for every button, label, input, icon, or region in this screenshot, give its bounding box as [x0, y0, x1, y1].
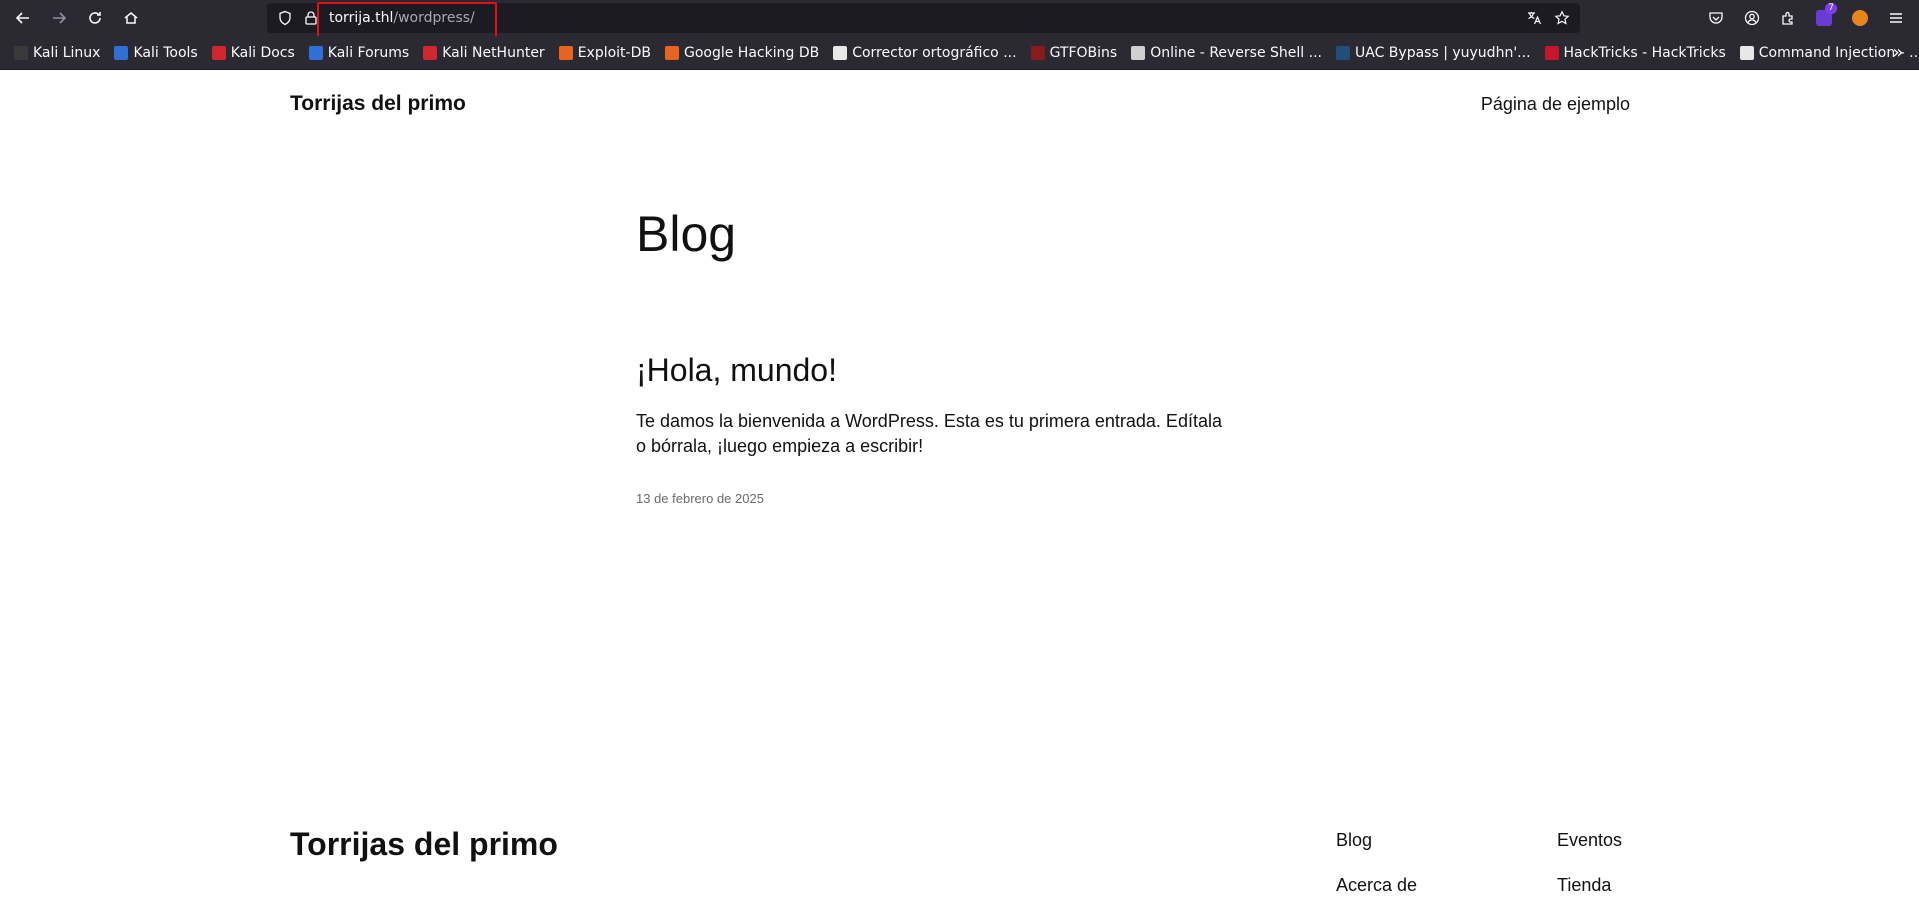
footer-link-tienda[interactable]: Tienda [1557, 875, 1611, 896]
bookmark-item[interactable]: GTFOBins [1027, 40, 1122, 66]
forward-icon[interactable] [47, 6, 71, 30]
bookmark-label: Kali Tools [133, 44, 198, 61]
site-title[interactable]: Torrijas del primo [290, 92, 466, 116]
bookmark-item[interactable]: Kali Docs [208, 40, 299, 66]
bookmark-favicon-icon [14, 45, 28, 60]
nav-item-sample-page[interactable]: Página de ejemplo [1481, 94, 1630, 115]
footer-link-acerca-de[interactable]: Acerca de [1336, 875, 1417, 896]
bookmark-item[interactable]: Google Hacking DB [661, 40, 823, 66]
bookmark-label: Kali Linux [33, 44, 101, 61]
foxyproxy-icon[interactable] [1850, 8, 1870, 28]
bookmark-label: HackTricks - HackTricks [1563, 44, 1726, 61]
back-icon[interactable] [11, 6, 35, 30]
bookmark-label: Kali NetHunter [442, 44, 545, 61]
bookmark-star-icon[interactable] [1554, 10, 1570, 26]
url-host: torrija.thl [329, 10, 394, 26]
post-date[interactable]: 13 de febrero de 2025 [636, 491, 764, 506]
bookmark-favicon-icon [1336, 45, 1350, 60]
bookmark-favicon-icon [114, 45, 129, 60]
bookmarks-overflow-icon[interactable]: » [1889, 44, 1907, 62]
shield-icon[interactable] [277, 10, 293, 26]
url-text[interactable]: torrija.thl/wordpress/ [329, 10, 475, 26]
footer-site-title[interactable]: Torrijas del primo [290, 826, 558, 863]
post-title[interactable]: ¡Hola, mundo! [636, 352, 837, 389]
post-excerpt: Te damos la bienvenida a WordPress. Esta… [636, 411, 1222, 456]
bookmark-item[interactable]: Kali NetHunter [419, 40, 548, 66]
translate-icon[interactable] [1526, 10, 1542, 26]
menu-icon[interactable] [1886, 8, 1906, 28]
bookmark-favicon-icon [1544, 45, 1559, 60]
bookmark-favicon-icon [423, 45, 438, 60]
pocket-icon[interactable] [1706, 8, 1726, 28]
bookmark-label: Corrector ortográfico ... [852, 44, 1017, 61]
bookmark-item[interactable]: Exploit-DB [555, 40, 655, 66]
bookmark-label: Exploit-DB [577, 44, 651, 61]
bookmark-item[interactable]: Kali Forums [305, 40, 413, 66]
address-bar[interactable]: torrija.thl/wordpress/ [267, 3, 1580, 33]
bookmark-item[interactable]: Online - Reverse Shell ... [1127, 40, 1326, 66]
bookmark-label: GTFOBins [1049, 44, 1118, 61]
account-icon[interactable] [1742, 8, 1762, 28]
bookmark-item[interactable]: Corrector ortográfico ... [829, 40, 1020, 66]
url-path: /wordpress/ [393, 10, 475, 26]
bookmark-favicon-icon [1030, 45, 1045, 60]
bookmark-item[interactable]: Kali Tools [110, 40, 201, 66]
bookmark-label: UAC Bypass | yuyudhn'... [1355, 44, 1531, 61]
bookmark-favicon-icon [833, 45, 848, 60]
bookmark-label: Online - Reverse Shell ... [1150, 44, 1322, 61]
bookmarks-bar: Kali Linux Kali Tools Kali Docs Kali Forums… [0, 36, 1919, 70]
bookmark-label: Kali Docs [230, 44, 295, 61]
footer-link-blog[interactable]: Blog [1336, 830, 1372, 851]
bookmark-favicon-icon [308, 45, 323, 60]
bookmark-favicon-icon [211, 45, 226, 60]
bookmark-favicon-icon [1131, 45, 1146, 60]
extension-badge-icon[interactable]: 7 [1814, 3, 1837, 28]
footer-link-eventos[interactable]: Eventos [1557, 830, 1622, 851]
lock-icon[interactable] [303, 10, 319, 26]
bookmark-favicon-icon [664, 45, 679, 60]
browser-toolbar: torrija.thl/wordpress/ 7 [0, 0, 1919, 38]
bookmark-label: Google Hacking DB [683, 44, 820, 61]
bookmark-favicon-icon [1739, 45, 1754, 60]
bookmark-label: Kali Forums [327, 44, 410, 61]
extension-badge-count: 7 [1825, 3, 1837, 14]
web-page: Torrijas del primo Página de ejemplo Blo… [0, 70, 1919, 900]
bookmark-item[interactable]: HackTricks - HackTricks [1541, 40, 1730, 66]
bookmark-item[interactable]: Kali Linux [10, 40, 104, 66]
bookmark-favicon-icon [558, 45, 573, 60]
reload-icon[interactable] [83, 6, 107, 30]
home-icon[interactable] [119, 6, 143, 30]
page-title: Blog [636, 206, 737, 262]
extensions-icon[interactable] [1778, 8, 1798, 28]
bookmark-item[interactable]: UAC Bypass | yuyudhn'... [1332, 40, 1535, 66]
